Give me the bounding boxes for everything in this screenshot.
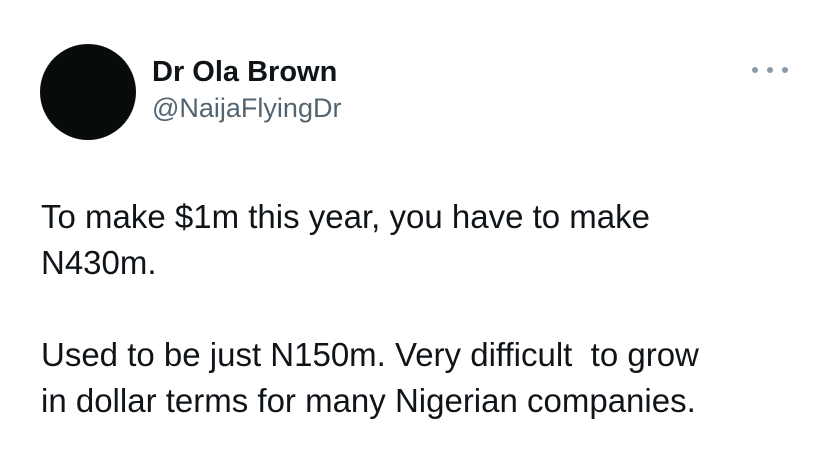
tweet-text: To make $1m this year, you have to make …: [41, 194, 811, 424]
avatar[interactable]: [40, 44, 136, 140]
author-info: Dr Ola Brown @NaijaFlyingDr: [152, 54, 341, 126]
more-horizontal-icon: [752, 67, 758, 73]
more-horizontal-icon: [767, 67, 773, 73]
more-options-button[interactable]: [752, 62, 788, 78]
more-horizontal-icon: [782, 67, 788, 73]
author-display-name[interactable]: Dr Ola Brown: [152, 54, 341, 90]
tweet-card: Dr Ola Brown @NaijaFlyingDr To make $1m …: [0, 0, 828, 471]
tweet-paragraph: To make $1m this year, you have to make …: [41, 198, 650, 281]
author-handle[interactable]: @NaijaFlyingDr: [152, 90, 341, 126]
tweet-paragraph: Used to be just N150m. Very difficult to…: [41, 336, 699, 419]
